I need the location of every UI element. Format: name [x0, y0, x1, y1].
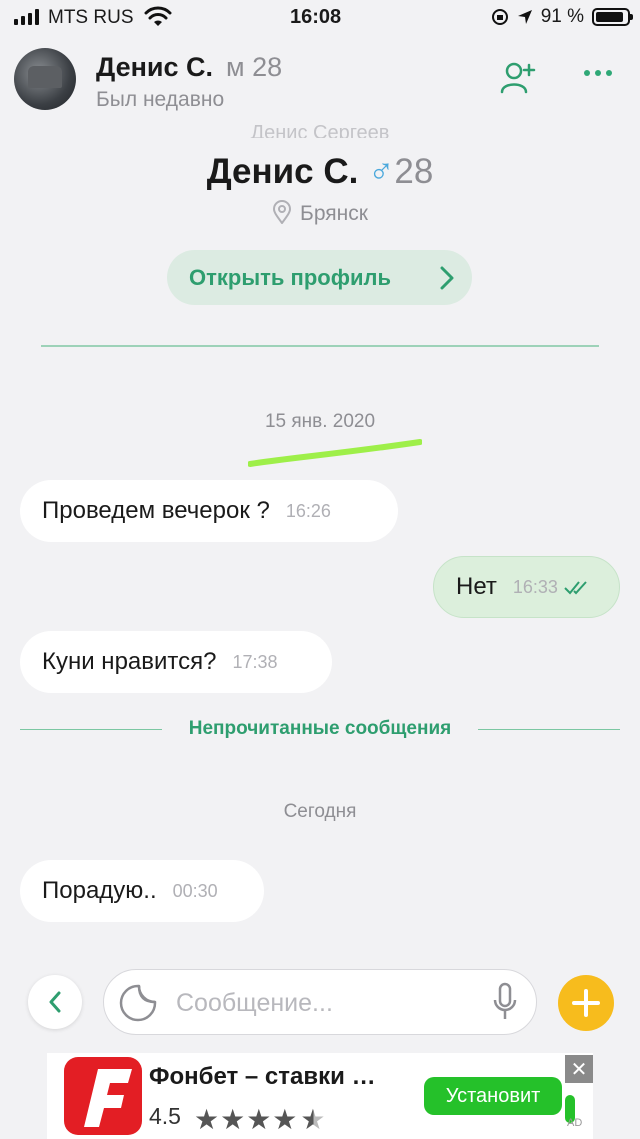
status-bar: MTS RUS 16:08 91 %	[0, 0, 640, 36]
install-button[interactable]: Установит	[424, 1077, 562, 1115]
message-time: 00:30	[172, 880, 218, 901]
add-friend-icon[interactable]	[500, 60, 536, 94]
header-gender-age: м 28	[226, 52, 283, 82]
incoming-message[interactable]: Куни нравится? 17:38	[20, 631, 332, 693]
carrier-name: MTS RUS	[48, 7, 134, 28]
last-seen-status: Был недавно	[96, 88, 225, 111]
battery-icon	[592, 8, 633, 26]
wifi-icon	[144, 6, 172, 26]
highlight-scribble	[248, 439, 422, 467]
date-separator: 15 янв. 2020	[264, 411, 376, 432]
profile-age: 28	[394, 152, 434, 191]
close-icon[interactable]: ✕	[565, 1055, 593, 1083]
ad-rating: 4.5	[149, 1103, 181, 1129]
profile-city: Брянск	[0, 200, 640, 226]
chevron-right-icon	[440, 266, 454, 290]
message-text: Нет	[456, 573, 497, 600]
incoming-message[interactable]: Порадую.. 00:30	[20, 860, 264, 922]
microphone-icon[interactable]	[492, 982, 518, 1022]
ad-banner[interactable]: Фонбет – ставки … 4.5 ★★★★ ★ Установит ✕ …	[47, 1053, 593, 1139]
unread-label: Непрочитанные сообщения	[188, 718, 452, 739]
signal-icon	[14, 9, 39, 25]
message-input[interactable]: Сообщение...	[103, 969, 537, 1035]
message-time: 16:26	[285, 500, 331, 521]
back-button[interactable]	[28, 975, 82, 1029]
open-profile-label: Открыть профиль	[189, 264, 391, 290]
app-logo-icon	[64, 1057, 142, 1135]
chat-header: Денис С. м 28 Был недавно	[0, 40, 640, 120]
ad-tag: AD	[567, 1117, 583, 1129]
message-time: 17:38	[232, 651, 278, 672]
ad-title: Фонбет – ставки …	[149, 1063, 376, 1090]
profile-divider	[41, 345, 599, 347]
rating-stars-icon: ★★★★ ★	[194, 1104, 327, 1135]
more-options-icon[interactable]	[584, 70, 612, 76]
message-placeholder: Сообщение...	[176, 989, 333, 1017]
incoming-message[interactable]: Проведем вечерок ? 16:26	[20, 480, 398, 542]
profile-name: Денис С.	[206, 152, 359, 191]
attach-plus-button[interactable]	[558, 975, 614, 1031]
message-text: Куни нравится?	[42, 648, 217, 675]
plus-icon	[572, 989, 600, 1017]
battery-percent: 91 %	[540, 6, 584, 27]
profile-name-line: Денис С. ♂28	[0, 152, 640, 192]
message-time: 16:33	[512, 576, 558, 597]
message-text: Проведем вечерок ?	[42, 497, 270, 524]
male-symbol-icon: ♂	[368, 152, 395, 191]
status-time: 16:08	[290, 6, 342, 28]
chevron-left-icon	[49, 991, 61, 1013]
location-pin-icon	[273, 200, 292, 225]
date-separator: Сегодня	[283, 801, 357, 822]
avatar[interactable]	[14, 48, 76, 110]
sticker-icon[interactable]	[118, 983, 158, 1023]
city-name: Брянск	[300, 202, 368, 225]
message-text: Порадую..	[42, 877, 157, 904]
outgoing-message[interactable]: Нет 16:33	[433, 556, 620, 618]
orientation-lock-icon	[491, 9, 508, 25]
full-name-faded: Денис Сергеев	[250, 122, 390, 138]
open-profile-button[interactable]: Открыть профиль	[167, 250, 472, 305]
unread-separator: Непрочитанные сообщения	[20, 718, 620, 740]
location-icon	[517, 10, 532, 24]
double-check-icon	[564, 581, 587, 595]
header-name[interactable]: Денис С.	[96, 52, 213, 83]
